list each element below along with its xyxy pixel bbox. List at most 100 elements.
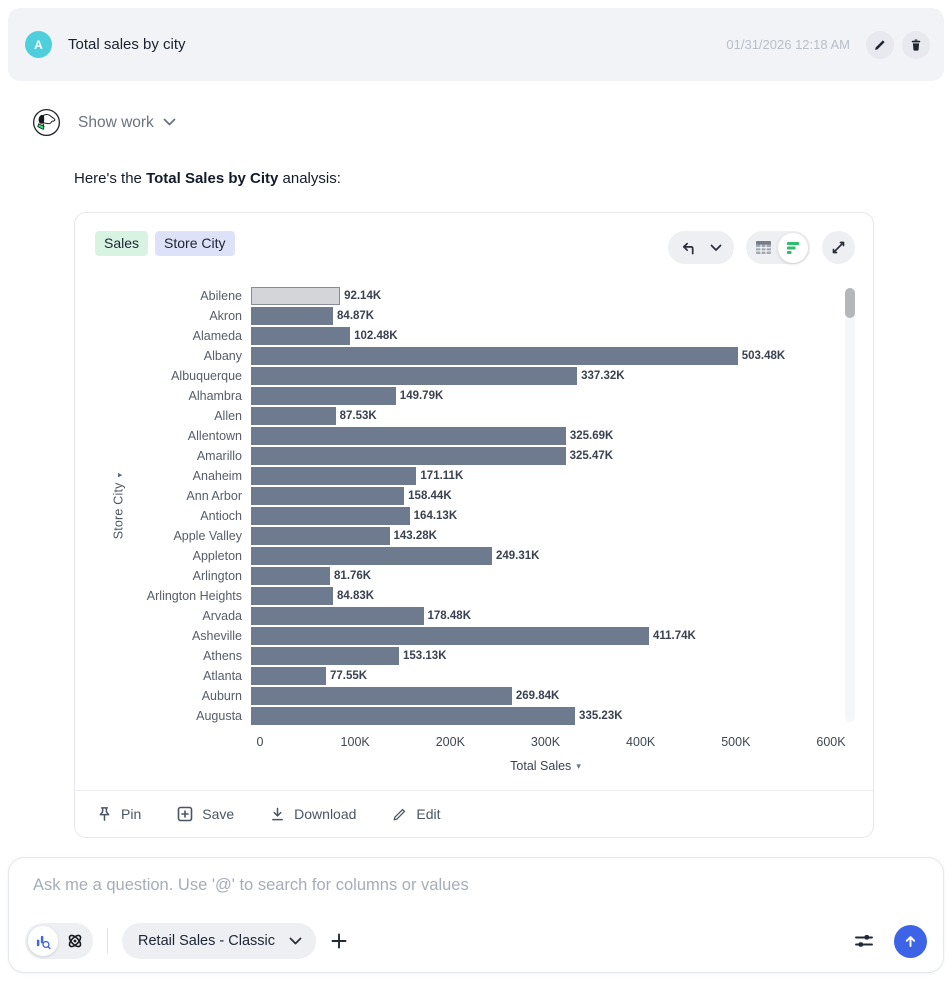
undo-button[interactable] <box>680 240 696 256</box>
trash-icon <box>909 38 923 52</box>
category-label: Arlington Heights <box>111 589 251 603</box>
show-work-label: Show work <box>78 114 154 132</box>
table-view-button[interactable] <box>748 233 778 263</box>
expand-chart-button[interactable] <box>822 231 855 264</box>
edit-chart-button[interactable]: Edit <box>392 806 440 822</box>
category-label: Abilene <box>111 289 251 303</box>
chart-actions: Pin Save Download Edit <box>75 790 873 837</box>
bar-track: 411.74K <box>251 626 831 646</box>
x-tick-label: 300K <box>531 735 560 749</box>
dataset-selector[interactable]: Retail Sales - Classic <box>122 923 316 959</box>
chart-row: Allentown325.69K <box>111 426 831 446</box>
undo-icon <box>680 240 696 256</box>
assistant-row: Show work <box>32 108 952 137</box>
category-label: Alameda <box>111 329 251 343</box>
bar[interactable] <box>251 627 649 645</box>
value-label: 92.14K <box>344 290 381 302</box>
show-work-toggle[interactable]: Show work <box>78 114 176 132</box>
timestamp: 01/31/2026 12:18 AM <box>726 37 850 52</box>
pin-button[interactable]: Pin <box>97 806 141 822</box>
bar-track: 325.69K <box>251 426 831 446</box>
bar-track: 81.76K <box>251 566 831 586</box>
value-label: 335.23K <box>579 710 622 722</box>
bar[interactable] <box>251 547 492 565</box>
bar[interactable] <box>251 707 575 725</box>
value-label: 77.55K <box>330 670 367 682</box>
bar[interactable] <box>251 587 333 605</box>
composer: Retail Sales - Classic <box>8 857 944 973</box>
bar[interactable] <box>251 487 404 505</box>
bar[interactable] <box>251 687 512 705</box>
history-dropdown-button[interactable] <box>710 244 722 252</box>
x-tick-label: 500K <box>721 735 750 749</box>
tag-sales[interactable]: Sales <box>95 231 148 256</box>
bar[interactable] <box>251 407 336 425</box>
view-toggle <box>746 231 810 264</box>
table-icon <box>755 240 772 255</box>
value-label: 249.31K <box>496 550 539 562</box>
settings-button[interactable] <box>854 932 874 950</box>
x-axis-label[interactable]: Total Sales ▾ <box>260 759 831 773</box>
edit-icon <box>392 807 407 822</box>
value-label: 143.28K <box>394 530 437 542</box>
bar-track: 171.11K <box>251 466 831 486</box>
save-icon <box>177 806 193 822</box>
bar[interactable] <box>251 447 566 465</box>
chart-scrollbar[interactable] <box>845 288 855 722</box>
value-label: 178.48K <box>428 610 471 622</box>
chart-explore-mode-button[interactable] <box>28 926 58 956</box>
bar[interactable] <box>251 507 410 525</box>
category-label: Anaheim <box>111 469 251 483</box>
question-input[interactable] <box>25 872 927 899</box>
bar[interactable] <box>251 667 326 685</box>
tag-store-city[interactable]: Store City <box>155 231 234 256</box>
bar[interactable] <box>251 527 390 545</box>
bar-track: 249.31K <box>251 546 831 566</box>
bar[interactable] <box>251 607 424 625</box>
chart-row: Arlington81.76K <box>111 566 831 586</box>
chart-row: Ann Arbor158.44K <box>111 486 831 506</box>
edit-message-button[interactable] <box>866 31 894 59</box>
chart-row: Auburn 269.84K <box>111 686 831 706</box>
bar[interactable] <box>251 387 396 405</box>
bar[interactable] <box>251 647 399 665</box>
scrollbar-thumb[interactable] <box>845 288 855 318</box>
agent-mode-button[interactable] <box>60 926 90 956</box>
value-label: 269.84K <box>516 690 559 702</box>
bar[interactable] <box>251 467 416 485</box>
value-label: 325.69K <box>570 430 613 442</box>
category-label: Albuquerque <box>111 369 251 383</box>
bar[interactable] <box>251 287 340 305</box>
save-button[interactable]: Save <box>177 806 234 822</box>
avatar: A <box>25 31 52 58</box>
bar[interactable] <box>251 307 333 325</box>
chart-row: Arvada178.48K <box>111 606 831 626</box>
bar[interactable] <box>251 347 738 365</box>
category-label: Alhambra <box>111 389 251 403</box>
bar[interactable] <box>251 367 577 385</box>
y-axis-label[interactable]: Store City▾ <box>111 473 125 540</box>
bar-track: 158.44K <box>251 486 831 506</box>
category-label: Antioch <box>111 509 251 523</box>
bar-chart-view-button[interactable] <box>778 233 808 263</box>
bar[interactable] <box>251 427 566 445</box>
bar[interactable] <box>251 567 330 585</box>
bar-track: 178.48K <box>251 606 831 626</box>
category-label: Albany <box>111 349 251 363</box>
bar[interactable] <box>251 327 350 345</box>
sort-arrow-icon: ▾ <box>114 473 124 478</box>
chart-row: Appleton249.31K <box>111 546 831 566</box>
x-tick-label: 200K <box>436 735 465 749</box>
delete-message-button[interactable] <box>902 31 930 59</box>
category-label: Auburn <box>111 689 251 703</box>
sort-arrow-icon: ▾ <box>576 761 581 771</box>
send-button[interactable] <box>894 925 927 958</box>
add-attachment-button[interactable] <box>330 932 348 950</box>
edit-icon <box>873 38 887 52</box>
x-axis-label-text: Total Sales <box>510 759 571 773</box>
chart-row: Anaheim171.11K <box>111 466 831 486</box>
value-label: 81.76K <box>334 570 371 582</box>
download-button[interactable]: Download <box>270 806 356 822</box>
download-icon <box>270 806 285 822</box>
chart-row: Allen87.53K <box>111 406 831 426</box>
